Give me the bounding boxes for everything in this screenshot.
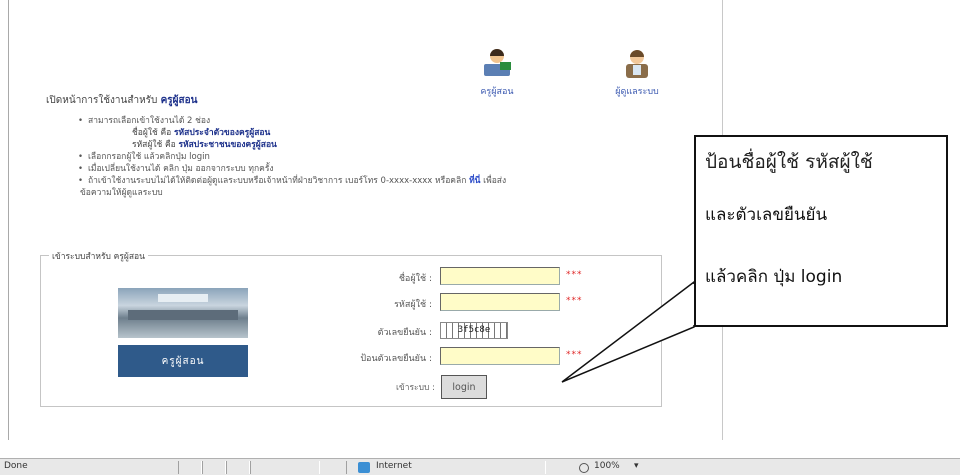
zoom-level[interactable]: 100% xyxy=(594,461,620,471)
zoom-icon[interactable] xyxy=(579,463,589,473)
statusbar-segment xyxy=(202,461,226,474)
statusbar-segment xyxy=(226,461,250,474)
callout-line-1: ป้อนชื่อผู้ใช้ รหัสผู้ใช้ xyxy=(705,151,873,173)
statusbar-segment xyxy=(178,461,202,474)
browser-statusbar: Done Internet 100% ▾ xyxy=(0,458,960,475)
statusbar-segment xyxy=(250,461,320,474)
status-text: Done xyxy=(4,461,28,471)
callout-line-2: และตัวเลขยืนยัน xyxy=(705,205,828,225)
internet-zone-icon xyxy=(358,462,370,473)
zone-text: Internet xyxy=(376,461,412,471)
callout-line-3: แล้วคลิก ปุ่ม login xyxy=(705,267,843,287)
callout-box: ป้อนชื่อผู้ใช้ รหัสผู้ใช้ และตัวเลขยืนยั… xyxy=(694,135,948,327)
zoom-dropdown-icon[interactable]: ▾ xyxy=(634,461,639,471)
